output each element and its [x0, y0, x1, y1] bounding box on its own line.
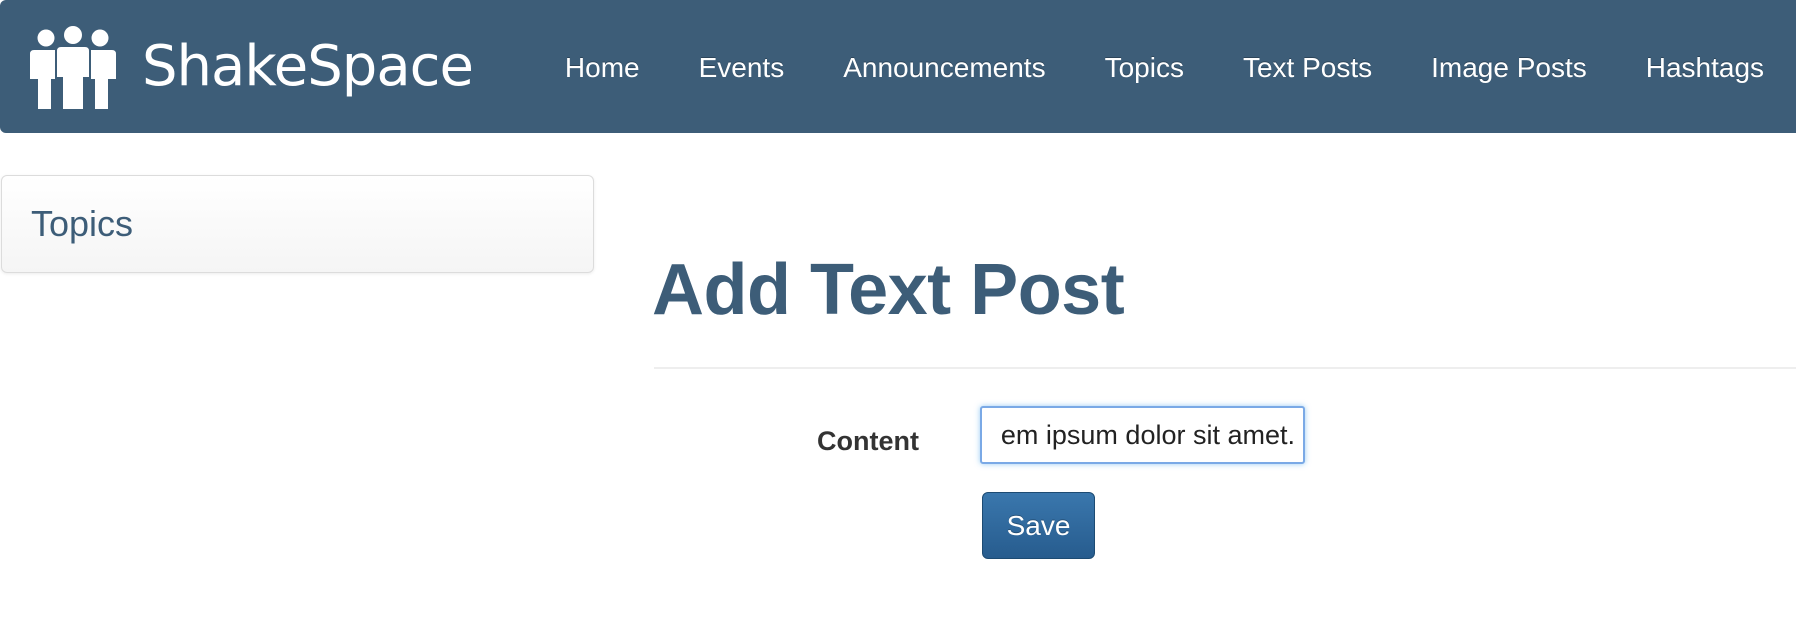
page-title: Add Text Post [652, 250, 1125, 330]
save-button[interactable]: Save [982, 492, 1095, 559]
nav-topics[interactable]: Topics [1105, 52, 1184, 84]
sidebar-title: Topics [31, 203, 134, 244]
brand-link[interactable]: ShakeSpace [30, 25, 474, 109]
nav-events[interactable]: Events [699, 52, 785, 84]
brand-name: ShakeSpace [142, 33, 474, 99]
nav-announcements[interactable]: Announcements [843, 52, 1045, 84]
nav-image-posts[interactable]: Image Posts [1431, 52, 1587, 84]
nav-text-posts[interactable]: Text Posts [1243, 52, 1372, 84]
nav-hashtags[interactable]: Hashtags [1646, 52, 1764, 84]
main-nav: Home Events Announcements Topics Text Po… [565, 52, 1796, 84]
people-group-icon [30, 25, 116, 109]
content-input[interactable] [980, 406, 1305, 464]
sidebar-topics-panel: Topics [1, 175, 594, 273]
nav-home[interactable]: Home [565, 52, 640, 84]
content-label: Content [817, 426, 919, 456]
top-navbar: ShakeSpace Home Events Announcements Top… [0, 0, 1796, 133]
title-divider [654, 367, 1796, 369]
